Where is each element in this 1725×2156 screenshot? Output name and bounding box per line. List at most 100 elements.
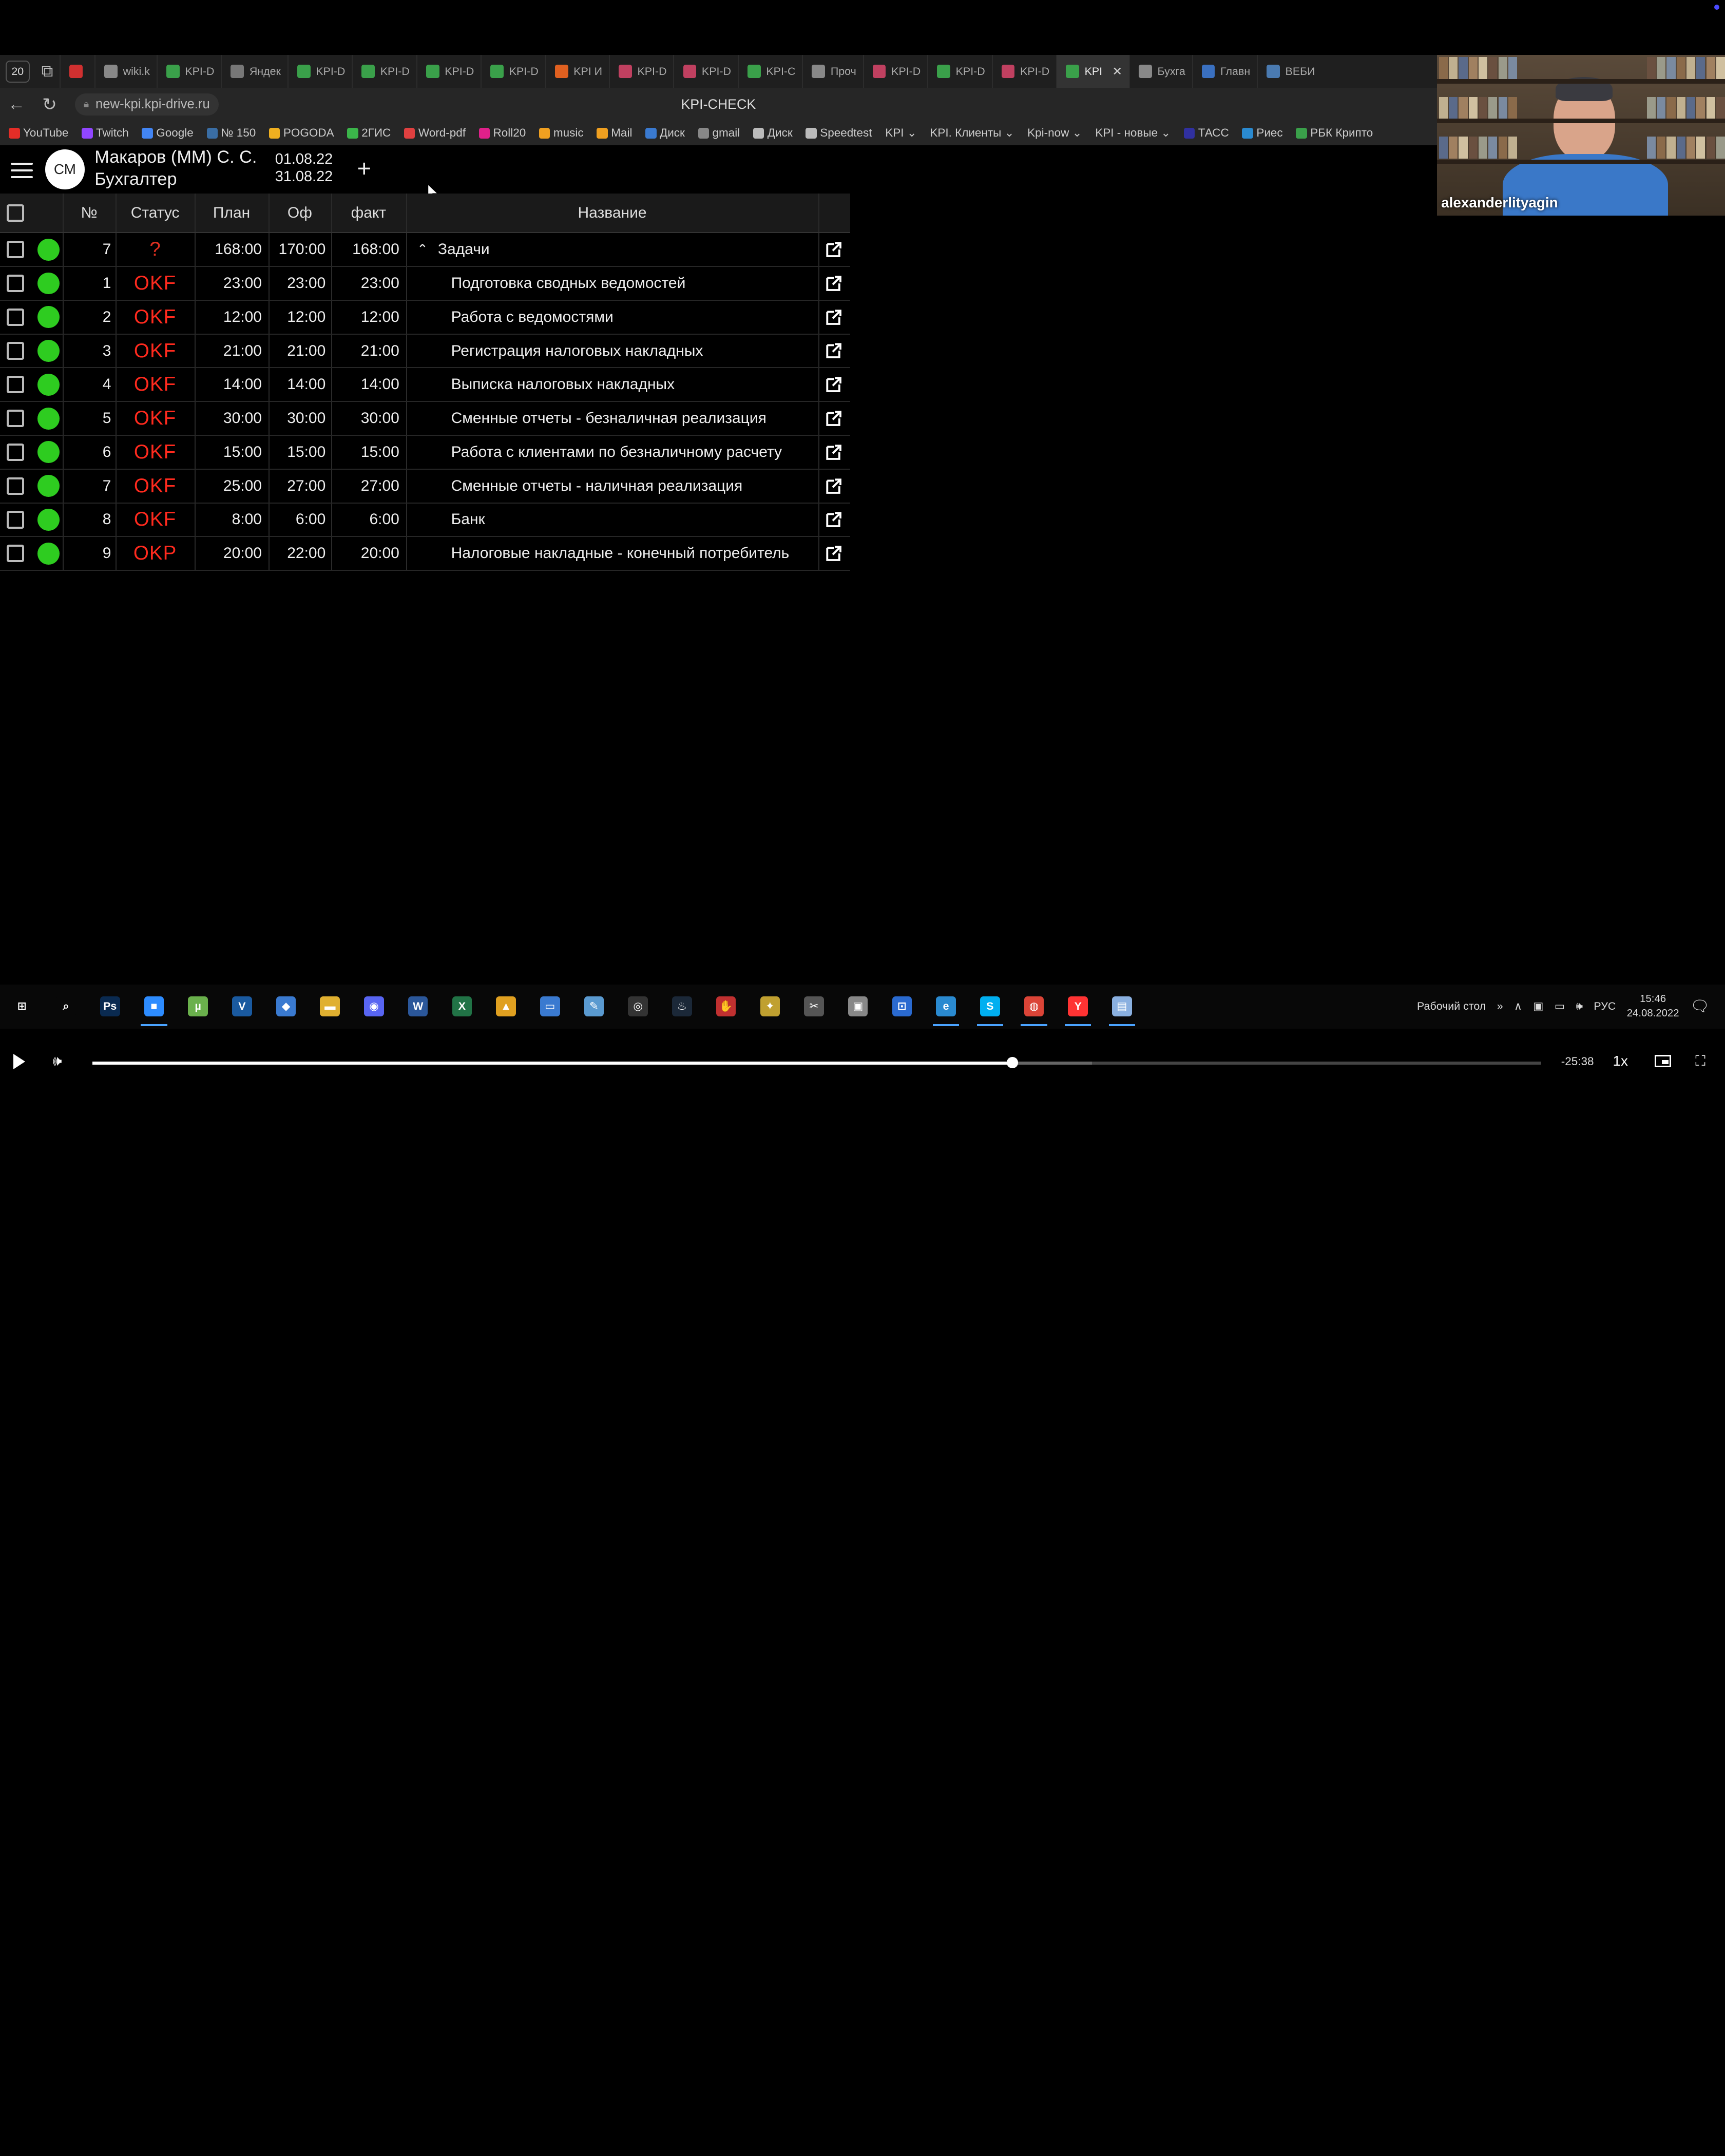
taskbar-app[interactable]: ⌕ xyxy=(44,985,88,1029)
open-external-icon[interactable] xyxy=(825,537,842,570)
browser-tab[interactable]: KPI-D xyxy=(416,55,481,88)
volume-button-icon[interactable]: 🕪︎ xyxy=(53,1053,62,1070)
notifications-icon[interactable]: 🗨︎ xyxy=(1690,997,1710,1015)
language-indicator[interactable]: РУС xyxy=(1594,1000,1616,1013)
add-button[interactable]: + xyxy=(352,154,376,183)
table-row[interactable]: 1 OKF 23:00 23:00 23:00 Подготовка сводных ве… xyxy=(0,267,851,301)
row-checkbox[interactable] xyxy=(6,470,25,503)
bookmark-item[interactable]: Roll20 xyxy=(478,126,526,140)
table-row[interactable]: 4 OKF 14:00 14:00 14:00 Выписка налоговых нак… xyxy=(0,368,851,402)
row-checkbox[interactable] xyxy=(6,436,25,469)
taskbar-app[interactable]: ✂ xyxy=(792,985,836,1029)
row-status[interactable]: OKF xyxy=(116,470,195,503)
taskbar-app[interactable]: ✋ xyxy=(704,985,748,1029)
taskbar-app[interactable]: ■ xyxy=(132,985,176,1029)
taskbar-app[interactable]: ▬ xyxy=(308,985,352,1029)
row-checkbox[interactable] xyxy=(6,368,25,401)
taskbar-app[interactable]: ◉ xyxy=(352,985,396,1029)
row-status[interactable]: ? xyxy=(116,233,195,266)
menu-icon[interactable] xyxy=(11,163,33,179)
row-name[interactable]: Регистрация налоговых накладных xyxy=(451,335,703,368)
taskbar-app[interactable]: ▲ xyxy=(484,985,528,1029)
row-name[interactable]: Выписка налоговых накладных xyxy=(451,368,675,401)
table-row[interactable]: 5 OKF 30:00 30:00 30:00 Сменные отчеты - безн… xyxy=(0,402,851,436)
avatar[interactable]: СМ xyxy=(45,149,85,189)
browser-tab[interactable]: Проч xyxy=(802,55,862,88)
row-checkbox[interactable] xyxy=(6,537,25,570)
taskbar-app[interactable]: µ xyxy=(176,985,220,1029)
open-external-icon[interactable] xyxy=(825,335,842,368)
bookmark-item[interactable]: РБК Крипто xyxy=(1296,126,1373,140)
browser-tab[interactable]: KPI-D xyxy=(608,55,673,88)
browser-tab[interactable]: KPI-D xyxy=(352,55,416,88)
taskbar-app[interactable]: ▭ xyxy=(528,985,572,1029)
taskbar-app[interactable]: Y xyxy=(1056,985,1100,1029)
header-fact[interactable]: факт xyxy=(331,194,406,232)
toolbar-chevron-icon[interactable]: » xyxy=(1497,1000,1503,1013)
bookmark-item[interactable]: Диск xyxy=(753,126,793,140)
taskbar-app[interactable]: ⊡ xyxy=(880,985,924,1029)
row-checkbox[interactable] xyxy=(6,402,25,435)
network-icon[interactable]: ▣ xyxy=(1533,1000,1543,1013)
row-name[interactable]: Сменные отчеты - наличная реализация xyxy=(451,470,743,503)
bookmark-item[interactable]: Mail xyxy=(597,126,632,140)
row-checkbox[interactable] xyxy=(6,233,25,266)
row-status[interactable]: OKF xyxy=(116,436,195,469)
browser-tab[interactable]: KPI-D xyxy=(927,55,991,88)
tab-actions-icon[interactable]: ⧉ xyxy=(35,61,60,83)
taskbar-app[interactable]: ▣ xyxy=(836,985,880,1029)
bookmark-item[interactable]: ТАСС xyxy=(1183,126,1229,140)
header-status[interactable]: Статус xyxy=(116,194,195,232)
browser-tab[interactable] xyxy=(59,55,94,88)
open-external-icon[interactable] xyxy=(825,436,842,469)
tab-count-button[interactable]: 20 xyxy=(5,60,30,83)
browser-tab[interactable]: KPI-C xyxy=(737,55,802,88)
browser-tab[interactable]: ВЕБИ xyxy=(1257,55,1321,88)
browser-tab[interactable]: Главн xyxy=(1192,55,1257,88)
playback-speed-button[interactable]: 1x xyxy=(1613,1053,1627,1069)
open-external-icon[interactable] xyxy=(825,470,842,503)
taskbar-app[interactable]: e xyxy=(924,985,968,1029)
bookmark-item[interactable]: POGODA xyxy=(269,126,334,140)
header-plan[interactable]: План xyxy=(195,194,269,232)
taskbar-app[interactable]: ⊞ xyxy=(0,985,44,1029)
table-row[interactable]: 6 OKF 15:00 15:00 15:00 Работа с клиентами по… xyxy=(0,435,851,470)
header-num[interactable]: № xyxy=(63,194,116,232)
row-name[interactable]: Подготовка сводных ведомостей xyxy=(451,267,686,300)
browser-tab[interactable]: KPI-D xyxy=(287,55,352,88)
display-icon[interactable]: ▭ xyxy=(1555,1000,1565,1013)
open-external-icon[interactable] xyxy=(825,267,842,300)
taskbar-app[interactable]: Ps xyxy=(88,985,132,1029)
header-of[interactable]: Оф xyxy=(269,194,331,232)
taskbar-app[interactable]: ✎ xyxy=(572,985,616,1029)
row-name[interactable]: Работа с клиентами по безналичному расче… xyxy=(451,436,782,469)
bookmark-item[interactable]: Google xyxy=(142,126,194,140)
taskbar-app[interactable]: V xyxy=(220,985,264,1029)
bookmark-item[interactable]: Word-pdf xyxy=(404,126,466,140)
url-field[interactable]: 🔒︎ new-kpi.kpi-drive.ru xyxy=(74,93,219,116)
seek-handle[interactable] xyxy=(1007,1057,1018,1068)
bookmark-item[interactable]: Диск xyxy=(645,126,685,140)
desktop-toolbar-label[interactable]: Рабочий стол xyxy=(1417,1000,1486,1013)
bookmark-item[interactable]: Риес xyxy=(1242,126,1283,140)
row-name[interactable]: Задачи xyxy=(438,233,490,266)
bookmark-item[interactable]: KPI - новые ⌄ xyxy=(1095,126,1171,140)
taskbar-app[interactable]: W xyxy=(396,985,440,1029)
row-name[interactable]: Сменные отчеты - безналичная реализация xyxy=(451,402,766,435)
open-external-icon[interactable] xyxy=(825,504,842,536)
table-row[interactable]: 2 OKF 12:00 12:00 12:00 Работа с ведомостями xyxy=(0,300,851,335)
browser-tab[interactable]: Яндек xyxy=(221,55,287,88)
row-status[interactable]: OKF xyxy=(116,504,195,536)
select-all-checkbox[interactable] xyxy=(6,194,25,232)
bookmark-item[interactable]: Speedtest xyxy=(806,126,872,140)
reload-icon[interactable]: ↻ xyxy=(33,94,66,115)
play-icon[interactable] xyxy=(13,1053,25,1069)
tab-close-icon[interactable]: ✕ xyxy=(1112,64,1122,79)
seek-bar[interactable] xyxy=(92,1057,1542,1068)
taskbar-app[interactable]: ◎ xyxy=(616,985,660,1029)
bookmark-item[interactable]: KPI ⌄ xyxy=(885,126,916,140)
open-external-icon[interactable] xyxy=(825,233,842,266)
table-row[interactable]: 8 OKF 8:00 6:00 6:00 Банк xyxy=(0,503,851,537)
tray-expand-icon[interactable]: ∧ xyxy=(1514,1000,1522,1013)
taskbar-app[interactable]: ♨ xyxy=(660,985,704,1029)
